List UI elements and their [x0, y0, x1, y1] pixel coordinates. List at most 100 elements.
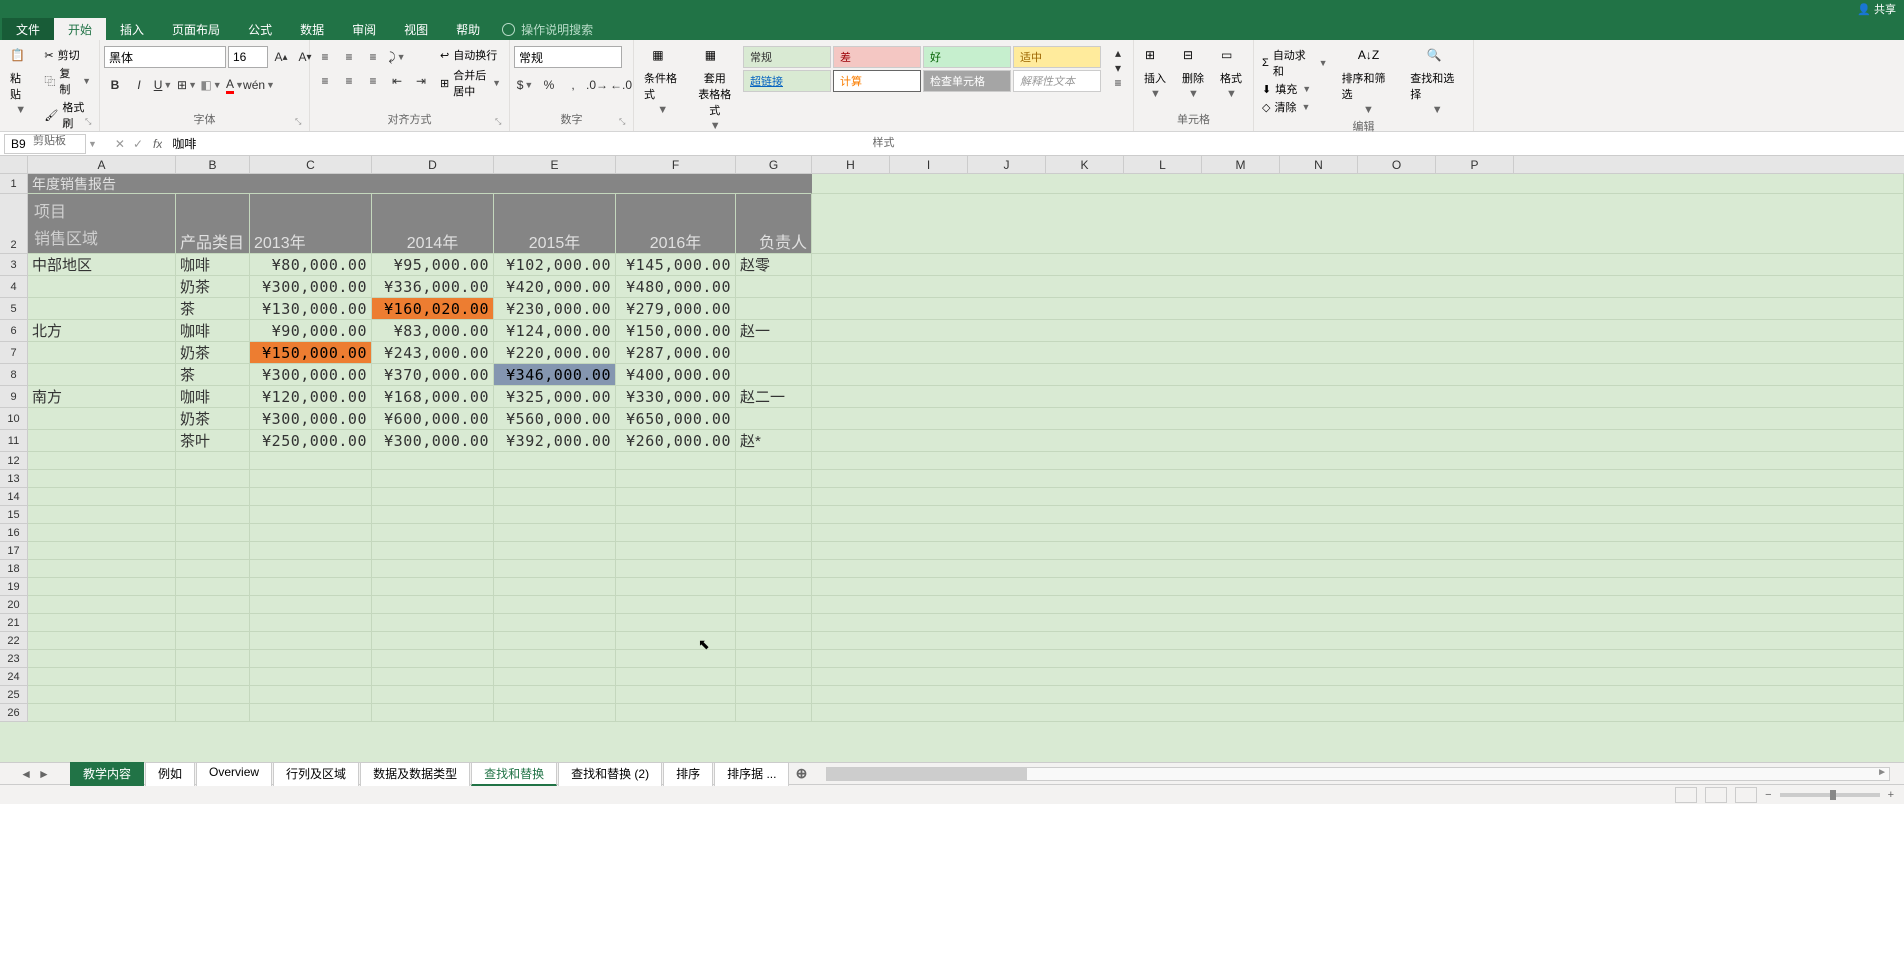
style-check[interactable]: 检查单元格 [923, 70, 1011, 92]
col-header[interactable]: K [1046, 156, 1124, 173]
cell[interactable] [812, 488, 1904, 506]
sheet-nav-next[interactable]: ► [38, 767, 50, 781]
cell[interactable] [736, 668, 812, 686]
cell[interactable] [736, 560, 812, 578]
decrease-decimal-button[interactable]: ←.0 [610, 74, 632, 96]
cell[interactable]: ¥600,000.00 [372, 408, 494, 430]
cell[interactable] [736, 452, 812, 470]
cell[interactable] [250, 650, 372, 668]
cell[interactable] [28, 542, 176, 560]
cell[interactable] [494, 686, 616, 704]
cell[interactable] [28, 342, 176, 364]
tab-view[interactable]: 视图 [390, 18, 442, 40]
cell[interactable] [616, 614, 736, 632]
cell[interactable]: ¥560,000.00 [494, 408, 616, 430]
tab-help[interactable]: 帮助 [442, 18, 494, 40]
cell[interactable]: 中部地区 [28, 254, 176, 276]
cell[interactable] [372, 506, 494, 524]
row-header[interactable]: 21 [0, 614, 28, 632]
sheet-tab[interactable]: 行列及区域 [273, 762, 359, 786]
cell[interactable] [812, 506, 1904, 524]
cell[interactable] [250, 542, 372, 560]
row-header[interactable]: 22 [0, 632, 28, 650]
row-header[interactable]: 14 [0, 488, 28, 506]
cell[interactable] [616, 488, 736, 506]
cell[interactable]: ¥325,000.00 [494, 386, 616, 408]
cell[interactable] [250, 614, 372, 632]
cell[interactable] [176, 578, 250, 596]
cell[interactable] [494, 506, 616, 524]
row-header[interactable]: 23 [0, 650, 28, 668]
cell[interactable]: 2014年 [372, 194, 494, 254]
cell[interactable] [812, 364, 1904, 386]
align-launcher[interactable]: ⤡ [495, 117, 507, 129]
style-scroll-up[interactable]: ▴ [1107, 46, 1129, 60]
wrap-text-button[interactable]: ↩自动换行 [436, 46, 505, 64]
col-header[interactable]: I [890, 156, 968, 173]
cell[interactable]: ¥260,000.00 [616, 430, 736, 452]
cell[interactable] [494, 614, 616, 632]
align-bottom-button[interactable]: ≡ [362, 46, 384, 68]
cell[interactable] [372, 668, 494, 686]
cell[interactable] [176, 614, 250, 632]
cell[interactable] [28, 578, 176, 596]
sheet-nav-prev[interactable]: ◄ [20, 767, 32, 781]
cell[interactable] [812, 650, 1904, 668]
underline-button[interactable]: U▼ [152, 74, 174, 96]
cell[interactable] [616, 542, 736, 560]
font-launcher[interactable]: ⤡ [295, 117, 307, 129]
style-scroll-down[interactable]: ▾ [1107, 61, 1129, 75]
cell[interactable] [812, 668, 1904, 686]
cell[interactable] [494, 524, 616, 542]
cell[interactable] [28, 560, 176, 578]
sheet-tab[interactable]: 教学内容 [70, 762, 144, 786]
cell[interactable] [372, 542, 494, 560]
cell[interactable] [28, 276, 176, 298]
row-header[interactable]: 25 [0, 686, 28, 704]
cell[interactable]: ¥300,000.00 [250, 408, 372, 430]
clipboard-launcher[interactable]: ⤡ [85, 117, 97, 129]
cell[interactable]: ¥102,000.00 [494, 254, 616, 276]
cell[interactable] [250, 704, 372, 722]
row-header[interactable]: 8 [0, 364, 28, 386]
conditional-format-button[interactable]: ▦ 条件格式▼ [638, 46, 687, 118]
col-header[interactable]: O [1358, 156, 1436, 173]
cell[interactable] [736, 298, 812, 320]
tab-home[interactable]: 开始 [54, 18, 106, 40]
row-header[interactable]: 19 [0, 578, 28, 596]
cell[interactable] [250, 686, 372, 704]
cell[interactable] [736, 578, 812, 596]
fill-color-button[interactable]: ◧▼ [200, 74, 222, 96]
insert-cells-button[interactable]: ⊞插入▼ [1138, 46, 1172, 102]
cell[interactable] [250, 452, 372, 470]
cell[interactable] [736, 488, 812, 506]
share-button[interactable]: 👤 共享 [1857, 1, 1896, 17]
cell[interactable] [28, 614, 176, 632]
sheet-tab[interactable]: 排序据 ... [714, 762, 789, 786]
cell[interactable] [176, 506, 250, 524]
cell[interactable]: ¥370,000.00 [372, 364, 494, 386]
cell[interactable]: 奶茶 [176, 408, 250, 430]
row-header[interactable]: 7 [0, 342, 28, 364]
sheet-tab[interactable]: 查找和替换 [471, 762, 557, 786]
cell[interactable]: 赵* [736, 430, 812, 452]
cell[interactable]: 南方 [28, 386, 176, 408]
sheet-tab[interactable]: 排序 [663, 762, 713, 786]
increase-decimal-button[interactable]: .0→ [586, 74, 608, 96]
cell[interactable]: ¥80,000.00 [250, 254, 372, 276]
cell[interactable] [812, 524, 1904, 542]
number-launcher[interactable]: ⤡ [619, 117, 631, 129]
cell[interactable]: ¥120,000.00 [250, 386, 372, 408]
cell[interactable]: 项目 销售区域 [28, 194, 176, 254]
align-center-button[interactable]: ≡ [338, 70, 360, 92]
cell[interactable]: ¥346,000.00 [494, 364, 616, 386]
number-format-select[interactable] [514, 46, 622, 68]
cell[interactable] [176, 704, 250, 722]
cut-button[interactable]: ✂剪切 [40, 46, 95, 64]
cell[interactable] [736, 364, 812, 386]
phonetic-button[interactable]: wén▼ [248, 74, 270, 96]
cell[interactable] [736, 650, 812, 668]
view-pagebreak-button[interactable] [1735, 787, 1757, 803]
horizontal-scrollbar[interactable]: ◄ ► [826, 767, 1890, 781]
cell[interactable] [736, 506, 812, 524]
